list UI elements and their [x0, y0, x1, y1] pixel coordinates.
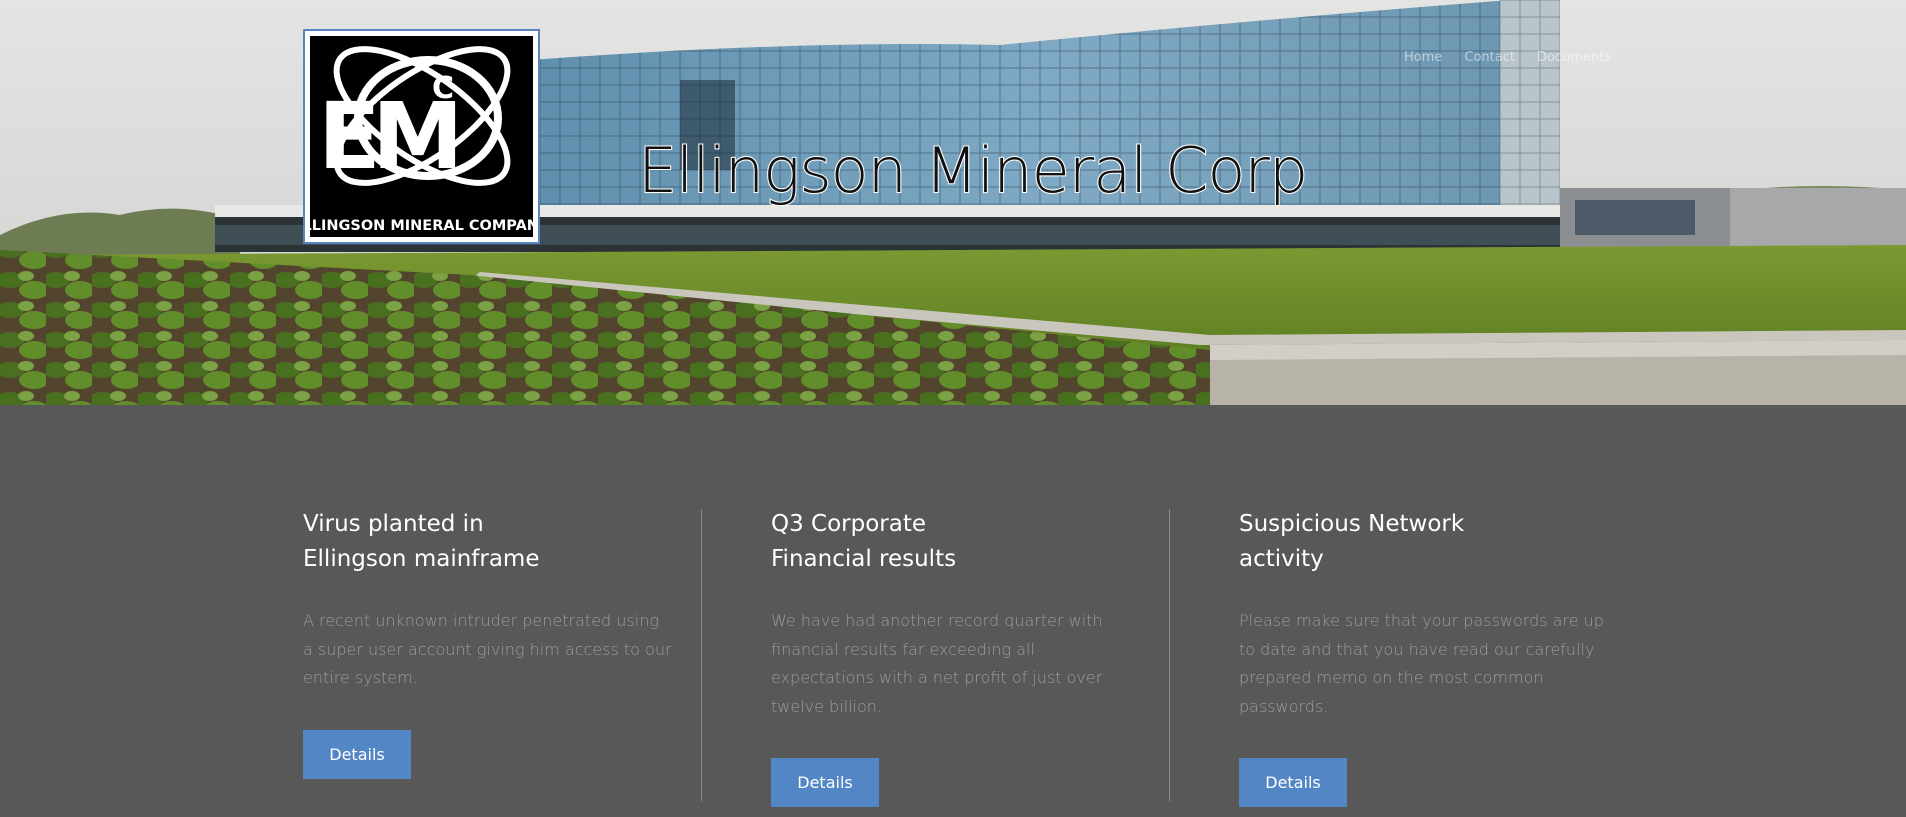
nav-documents[interactable]: Documents	[1537, 50, 1611, 65]
article-virus: Virus planted in Ellingson mainframe A r…	[303, 507, 673, 779]
emc-logo-icon: E M C ELLINGSON MINERAL COMPANY	[310, 36, 533, 237]
logo-letter-c: C	[432, 71, 454, 106]
article-title: Suspicious Network activity	[1239, 511, 1465, 572]
article-title: Q3 Corporate Financial results	[771, 511, 957, 572]
nav-contact[interactable]: Contact	[1464, 50, 1515, 65]
logo-company-name: ELLINGSON MINERAL COMPANY	[310, 218, 533, 234]
details-button[interactable]: Details	[303, 729, 411, 779]
details-button[interactable]: Details	[1239, 758, 1347, 807]
hero-banner: E M C ELLINGSON MINERAL COMPANY Ellingso…	[0, 0, 1906, 405]
nav-home[interactable]: Home	[1404, 50, 1442, 65]
company-logo[interactable]: E M C ELLINGSON MINERAL COMPANY	[303, 29, 540, 244]
article-body: Please make sure that your passwords are…	[1239, 611, 1604, 716]
article-q3-results: Q3 Corporate Financial results We have h…	[771, 507, 1141, 807]
column-divider	[1169, 509, 1170, 801]
main-nav: Home Contact Documents	[1404, 50, 1611, 65]
column-divider	[701, 509, 702, 801]
article-body: We have had another record quarter with …	[771, 611, 1103, 716]
site-title: Ellingson Mineral Corp	[637, 133, 1309, 208]
details-button[interactable]: Details	[771, 758, 879, 807]
article-body: A recent unknown intruder penetrated usi…	[303, 611, 672, 687]
article-network-activity: Suspicious Network activity Please make …	[1239, 507, 1609, 807]
article-title: Virus planted in Ellingson mainframe	[303, 511, 540, 572]
